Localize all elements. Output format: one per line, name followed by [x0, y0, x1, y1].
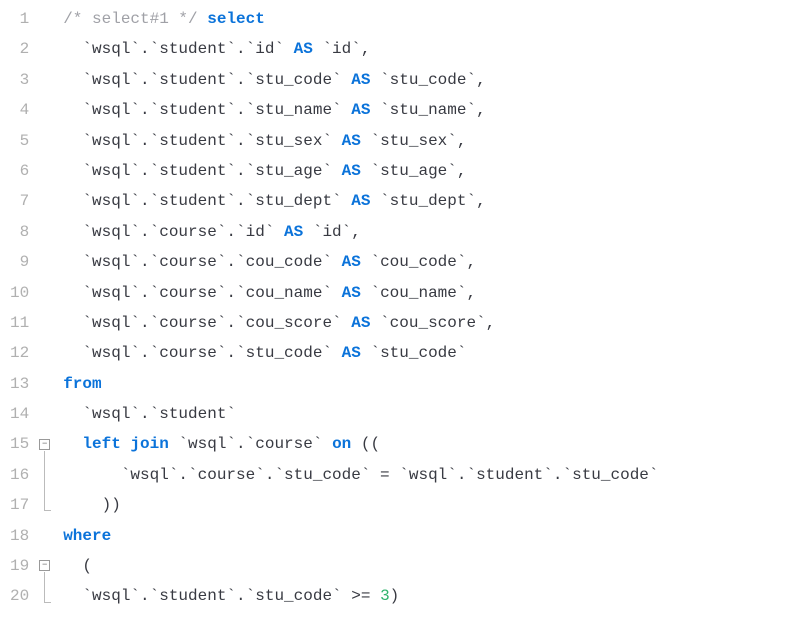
code-line: `wsql`.`student`.`stu_age` AS `stu_age`,: [63, 156, 658, 186]
token-plain: `wsql`.`student`.`id`: [82, 40, 293, 58]
token-plain: `wsql`.`course`.`cou_score`: [82, 314, 351, 332]
fold-guide-end: [44, 602, 51, 603]
code-line: left join `wsql`.`course` on ((: [63, 429, 658, 459]
line-number: 2: [10, 34, 29, 64]
line-number: 1: [10, 4, 29, 34]
code-line: (: [63, 551, 658, 581]
code-line: `wsql`.`student`.`stu_name` AS `stu_name…: [63, 95, 658, 125]
token-plain: `id`,: [313, 40, 371, 58]
token-plain: ((: [351, 435, 380, 453]
fold-toggle-icon[interactable]: −: [39, 439, 50, 450]
token-num: 3: [380, 587, 390, 605]
token-plain: `wsql`.`course`: [169, 435, 332, 453]
token-plain: `wsql`.`course`.`id`: [82, 223, 284, 241]
token-kw: select: [207, 10, 265, 28]
code-line: `wsql`.`student`.`stu_code` AS `stu_code…: [63, 65, 658, 95]
code-editor: 1234567891011121314151617181920 −− /* se…: [0, 4, 808, 612]
line-number: 6: [10, 156, 29, 186]
code-line: `wsql`.`student`: [63, 399, 658, 429]
token-kw: AS: [342, 284, 361, 302]
token-comment: /* select#1 */: [63, 10, 207, 28]
code-line: `wsql`.`course`.`stu_code` = `wsql`.`stu…: [63, 460, 658, 490]
line-number: 8: [10, 217, 29, 247]
token-kw: AS: [342, 162, 361, 180]
fold-toggle-icon[interactable]: −: [39, 560, 50, 571]
token-kw: AS: [351, 192, 370, 210]
line-number: 3: [10, 65, 29, 95]
line-number: 19: [10, 551, 29, 581]
code-line: `wsql`.`student`.`id` AS `id`,: [63, 34, 658, 64]
line-number: 15: [10, 429, 29, 459]
fold-column: −−: [37, 4, 57, 612]
token-plain: (: [82, 557, 92, 575]
code-line: `wsql`.`course`.`cou_name` AS `cou_name`…: [63, 278, 658, 308]
token-kw: AS: [351, 101, 370, 119]
line-number: 12: [10, 338, 29, 368]
line-number: 17: [10, 490, 29, 520]
token-kw: AS: [351, 71, 370, 89]
token-plain: `cou_name`,: [361, 284, 476, 302]
token-plain: `wsql`.`student`: [82, 405, 236, 423]
token-plain: `wsql`.`course`.`cou_code`: [82, 253, 341, 271]
code-line: `wsql`.`student`.`stu_sex` AS `stu_sex`,: [63, 126, 658, 156]
token-plain: `stu_code`: [361, 344, 467, 362]
token-plain: `stu_sex`,: [361, 132, 467, 150]
token-kw: on: [332, 435, 351, 453]
token-plain: `stu_age`,: [361, 162, 467, 180]
token-plain: `wsql`.`student`.`stu_name`: [82, 101, 351, 119]
token-plain: `wsql`.`student`.`stu_code`: [82, 71, 351, 89]
code-line: `wsql`.`course`.`stu_code` AS `stu_code`: [63, 338, 658, 368]
fold-guide: [44, 451, 45, 512]
token-kw: AS: [351, 314, 370, 332]
code-line: `wsql`.`course`.`cou_code` AS `cou_code`…: [63, 247, 658, 277]
token-plain: `wsql`.`student`.`stu_sex`: [82, 132, 341, 150]
code-line: from: [63, 369, 658, 399]
token-kw: left join: [82, 435, 168, 453]
token-plain: `id`,: [303, 223, 361, 241]
code-line: `wsql`.`student`.`stu_code` >= 3): [63, 581, 658, 611]
code-line: `wsql`.`student`.`stu_dept` AS `stu_dept…: [63, 186, 658, 216]
token-plain: `stu_dept`,: [370, 192, 485, 210]
fold-guide: [44, 572, 45, 602]
line-number: 20: [10, 581, 29, 611]
code-line: )): [63, 490, 658, 520]
token-kw: AS: [342, 344, 361, 362]
token-plain: `cou_code`,: [361, 253, 476, 271]
code-line: /* select#1 */ select: [63, 4, 658, 34]
line-number: 14: [10, 399, 29, 429]
token-plain: `wsql`.`student`.`stu_code` >=: [82, 587, 380, 605]
code-area: /* select#1 */ select `wsql`.`student`.`…: [57, 4, 658, 612]
token-kw: AS: [342, 253, 361, 271]
token-plain: `stu_code`,: [370, 71, 485, 89]
token-kw: from: [63, 375, 101, 393]
code-line: `wsql`.`course`.`cou_score` AS `cou_scor…: [63, 308, 658, 338]
line-number: 5: [10, 126, 29, 156]
token-plain: `stu_name`,: [370, 101, 485, 119]
token-plain: ): [390, 587, 400, 605]
token-kw: where: [63, 527, 111, 545]
token-plain: `cou_score`,: [370, 314, 495, 332]
code-line: `wsql`.`course`.`id` AS `id`,: [63, 217, 658, 247]
token-kw: AS: [294, 40, 313, 58]
line-number: 7: [10, 186, 29, 216]
line-number: 10: [10, 278, 29, 308]
line-number: 11: [10, 308, 29, 338]
token-kw: AS: [342, 132, 361, 150]
line-number: 4: [10, 95, 29, 125]
line-number: 13: [10, 369, 29, 399]
token-plain: )): [102, 496, 121, 514]
fold-guide-end: [44, 510, 51, 511]
line-number: 9: [10, 247, 29, 277]
line-number-gutter: 1234567891011121314151617181920: [0, 4, 37, 612]
token-plain: `wsql`.`student`.`stu_dept`: [82, 192, 351, 210]
line-number: 16: [10, 460, 29, 490]
token-plain: `wsql`.`course`.`stu_code` = `wsql`.`stu…: [121, 466, 659, 484]
line-number: 18: [10, 521, 29, 551]
code-line: where: [63, 521, 658, 551]
token-kw: AS: [284, 223, 303, 241]
token-plain: `wsql`.`course`.`cou_name`: [82, 284, 341, 302]
token-plain: `wsql`.`course`.`stu_code`: [82, 344, 341, 362]
token-plain: `wsql`.`student`.`stu_age`: [82, 162, 341, 180]
